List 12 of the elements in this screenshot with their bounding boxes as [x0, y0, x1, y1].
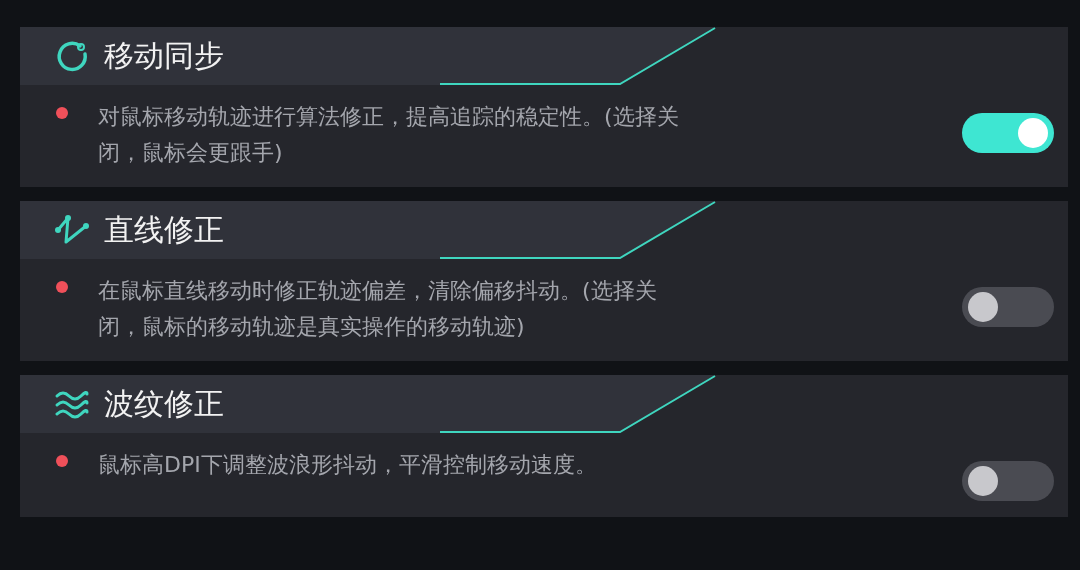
toggle-switch[interactable] [962, 287, 1054, 327]
toggle-switch[interactable] [962, 113, 1054, 153]
bullet-dot [56, 281, 68, 293]
setting-title: 波纹修正 [104, 384, 224, 423]
setting-description: 鼠标高DPI下调整波浪形抖动，平滑控制移动速度。 [98, 451, 598, 479]
bullet-dot [56, 107, 68, 119]
setting-description: 在鼠标直线移动时修正轨迹偏差，清除偏移抖动。(选择关闭，鼠标的移动轨迹是真实操作的移动轨迹) [98, 277, 658, 341]
setting-description: 对鼠标移动轨迹进行算法修正，提高追踪的稳定性。(选择关闭，鼠标会更跟手) [98, 103, 680, 167]
setting-title: 直线修正 [104, 210, 224, 249]
setting-title: 移动同步 [104, 36, 224, 75]
toggle-switch[interactable] [962, 461, 1054, 501]
bullet-dot [56, 455, 68, 467]
